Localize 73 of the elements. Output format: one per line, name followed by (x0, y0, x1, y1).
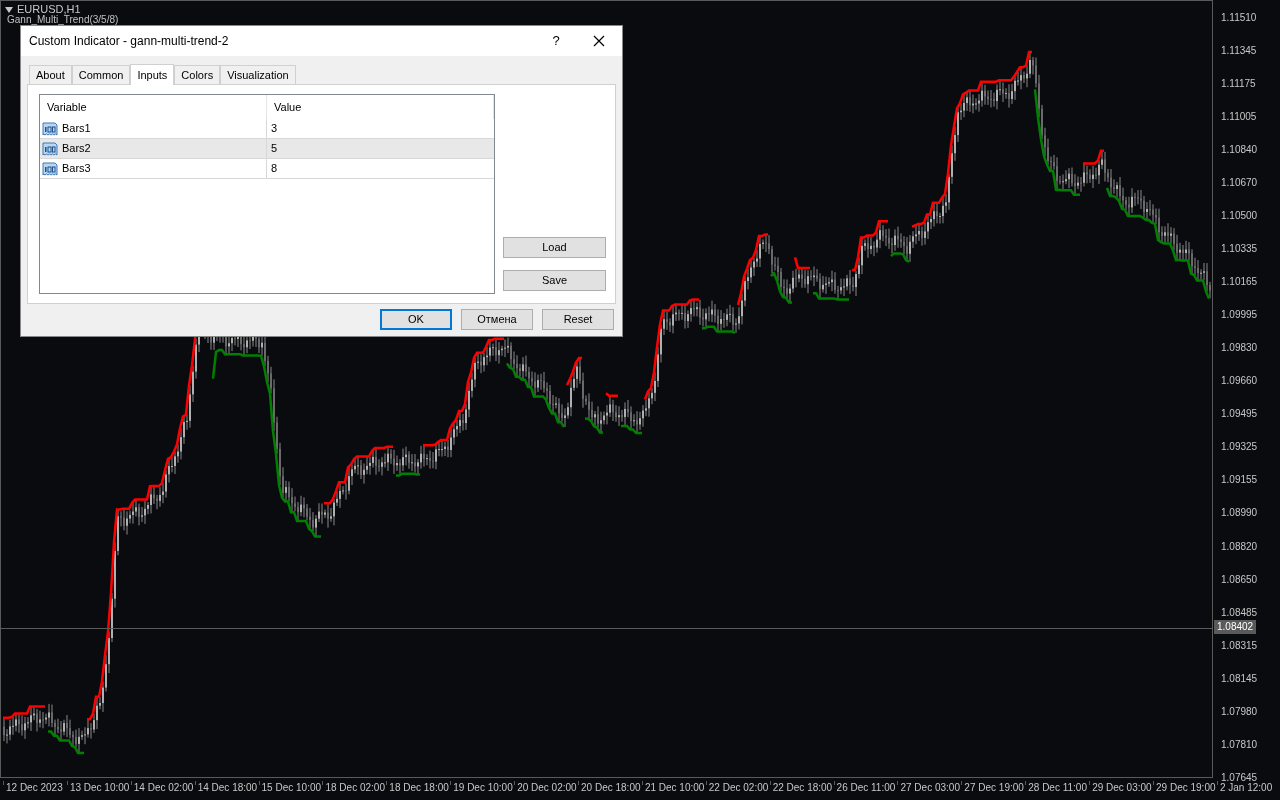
time-label: 14 Dec 02:00 (133, 781, 194, 795)
price-label: 1.08315 (1220, 638, 1259, 653)
price-label: 1.09155 (1220, 473, 1259, 488)
time-label: 26 Dec 11:00 (836, 781, 896, 795)
price-label: 1.09830 (1220, 341, 1259, 356)
time-label: 20 Dec 02:00 (517, 781, 577, 795)
close-icon (593, 35, 605, 47)
dialog-button[interactable]: Отмена (461, 309, 533, 330)
price-label: 1.07980 (1220, 704, 1259, 719)
price-label: 1.10670 (1220, 176, 1259, 191)
variable-cell-text: Bars2 (62, 141, 91, 157)
price-label: 1.08990 (1220, 506, 1259, 521)
tab[interactable]: Common (71, 65, 131, 84)
variable-cell-text: Bars1 (62, 121, 91, 137)
price-label: 1.07645 (1220, 770, 1259, 783)
price-label: 1.07810 (1220, 737, 1259, 752)
dialog-button[interactable]: Reset (542, 309, 614, 330)
symbol-label: EURUSD,H1 (17, 4, 81, 15)
price-label: 1.08485 (1220, 605, 1259, 620)
price-label: 1.11510 (1220, 11, 1258, 25)
side-button[interactable]: Load (503, 237, 606, 258)
time-label: 22 Dec 02:00 (708, 781, 769, 795)
time-label: 20 Dec 18:00 (581, 781, 641, 795)
time-label: 18 Dec 18:00 (389, 781, 449, 795)
time-label: 14 Dec 18:00 (197, 781, 258, 795)
time-label: 29 Dec 03:00 (1092, 781, 1152, 795)
value-cell-text: 3 (270, 121, 278, 137)
time-label: 12 Dec 2023 (6, 781, 63, 795)
price-label: 1.08145 (1220, 671, 1259, 686)
price-label: 1.11345 (1220, 44, 1258, 59)
price-label: 1.10335 (1220, 242, 1259, 257)
side-button[interactable]: Save (503, 270, 606, 291)
price-label: 1.10840 (1220, 143, 1259, 158)
value-cell-text: 8 (270, 161, 278, 177)
value-cell-text: 5 (270, 141, 278, 157)
time-label: 27 Dec 19:00 (964, 781, 1024, 795)
dropdown-icon[interactable] (5, 6, 13, 13)
time-label: 13 Dec 10:00 (69, 781, 130, 795)
time-label: 19 Dec 10:00 (453, 781, 513, 795)
time-label: 29 Dec 19:00 (1156, 781, 1216, 795)
number-type-icon (42, 120, 58, 137)
time-label: 21 Dec 10:00 (644, 781, 705, 795)
table-row[interactable]: Bars1 3 (40, 119, 494, 139)
current-price-label: 1.08402 (1214, 620, 1257, 634)
price-label: 1.08820 (1220, 539, 1259, 554)
time-label: 27 Dec 03:00 (900, 781, 960, 795)
table-row[interactable]: Bars2 5 (40, 139, 494, 159)
price-label: 1.09660 (1220, 374, 1259, 389)
variable-cell-text: Bars3 (62, 161, 91, 177)
tab[interactable]: Inputs (130, 64, 175, 85)
tab[interactable]: Colors (174, 65, 221, 84)
tab[interactable]: Visualization (220, 65, 296, 84)
price-label: 1.11005 (1220, 110, 1258, 125)
time-label: 28 Dec 11:00 (1028, 781, 1087, 795)
number-type-icon (42, 160, 58, 177)
price-label: 1.10165 (1220, 275, 1259, 290)
dialog-button[interactable]: OK (380, 309, 452, 330)
table-row[interactable]: Bars3 8 (40, 159, 494, 179)
help-button[interactable]: ? (536, 26, 576, 56)
time-label: 22 Dec 18:00 (772, 781, 833, 795)
time-label: 2 Jan 12:00 (1219, 781, 1273, 795)
price-label: 1.11175 (1220, 77, 1257, 92)
window-title: Custom Indicator - gann-multi-trend-2 (29, 33, 230, 50)
price-label: 1.09495 (1220, 407, 1259, 422)
price-label: 1.10500 (1220, 209, 1259, 224)
price-label: 1.09325 (1220, 440, 1259, 455)
indicator-label: Gann_Multi_Trend(3/5/8) (7, 14, 119, 25)
time-label: 15 Dec 10:00 (261, 781, 322, 795)
price-label: 1.08650 (1220, 572, 1259, 587)
price-label: 1.09995 (1220, 308, 1259, 323)
tab[interactable]: About (29, 65, 72, 84)
time-label: 18 Dec 02:00 (325, 781, 385, 795)
number-type-icon (42, 140, 58, 157)
